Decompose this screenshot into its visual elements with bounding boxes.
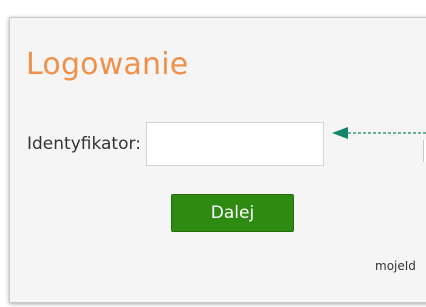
page-title: Logowanie <box>26 47 189 82</box>
identifier-input[interactable] <box>146 122 324 166</box>
left-arrow-dashed-icon <box>332 127 426 139</box>
next-button[interactable]: Dalej <box>171 194 294 232</box>
login-page: Logowanie Identyfikator: Dalej mojeId <box>0 0 426 307</box>
mojeid-link[interactable]: mojeId <box>375 259 416 273</box>
identifier-label: Identyfikator: <box>27 134 141 154</box>
